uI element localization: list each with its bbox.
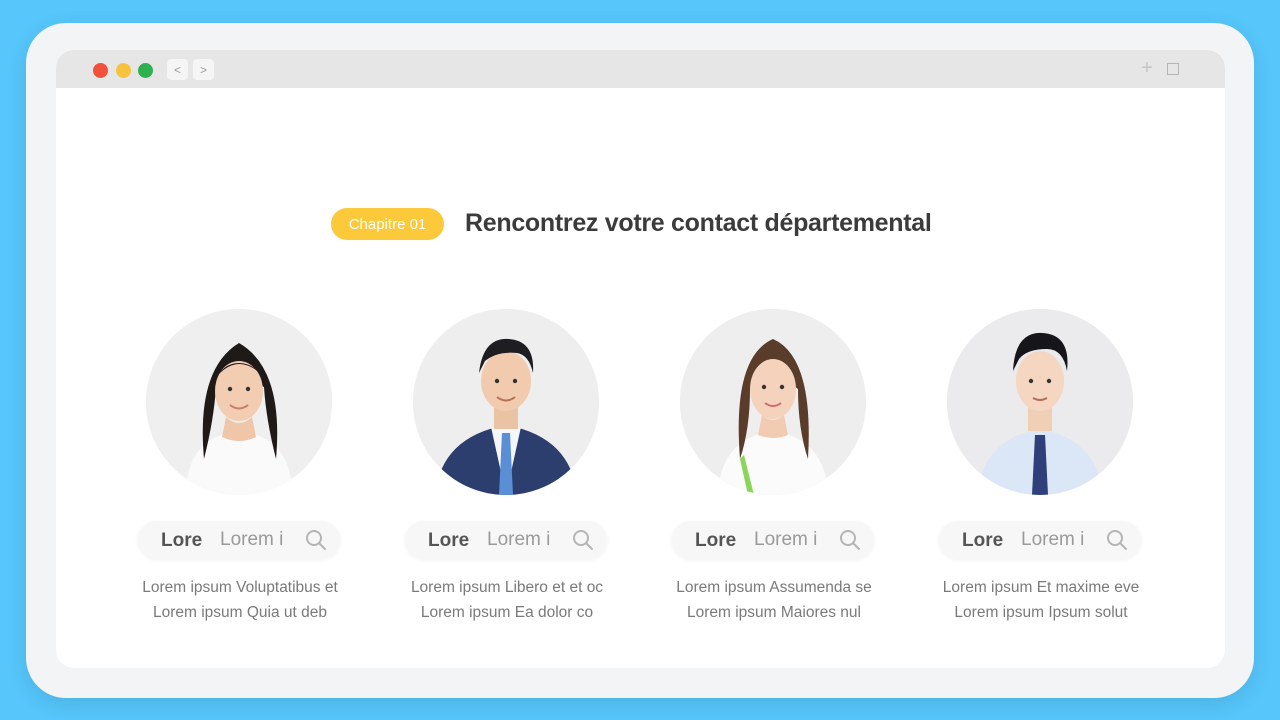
description-line: Lorem ipsum Voluptatibus et — [142, 579, 338, 596]
contact-description: Lorem ipsum Assumenda se Lorem ipsum Mai… — [664, 575, 884, 625]
search-icon[interactable] — [838, 528, 862, 552]
chapter-badge: Chapitre 01 — [331, 208, 444, 240]
contact-name-light: Lorem i — [487, 529, 551, 550]
description-line: Lorem ipsum Ea dolor co — [420, 604, 594, 621]
description-line: Lorem ipsum Ipsum solut — [954, 604, 1128, 621]
plus-icon[interactable]: + — [1137, 58, 1157, 78]
device-frame: < > + Chapitre 01 Rencontrez votre conta… — [26, 23, 1254, 698]
contact-description: Lorem ipsum Libero et et oc Lorem ipsum … — [397, 575, 617, 625]
contact-name-light: Lorem i — [220, 529, 284, 550]
avatar — [680, 309, 866, 495]
square-icon[interactable] — [1167, 63, 1179, 75]
contact-search-pill[interactable]: Lore Lorem i — [405, 521, 607, 559]
contact-card: Lore Lorem i Lorem ipsum Libero et et oc… — [397, 307, 617, 627]
description-line: Lorem ipsum Libero et et oc — [410, 579, 604, 596]
forward-button[interactable]: > — [193, 59, 214, 80]
contact-name-bold: Lore — [962, 530, 1004, 551]
search-icon[interactable] — [1105, 528, 1129, 552]
contact-name-bold: Lore — [161, 530, 203, 551]
contact-name-light: Lorem i — [754, 529, 818, 550]
description-line: Lorem ipsum Et maxime eve — [942, 579, 1140, 596]
search-icon[interactable] — [571, 528, 595, 552]
contact-card: Lore Lorem i Lorem ipsum Et maxime eve L… — [931, 307, 1151, 627]
contact-card: Lore Lorem i Lorem ipsum Voluptatibus et… — [130, 307, 350, 627]
minimize-window-button[interactable] — [116, 63, 131, 78]
page-title: Rencontrez votre contact départemental — [465, 209, 932, 237]
description-line: Lorem ipsum Assumenda se — [676, 579, 872, 596]
search-icon[interactable] — [304, 528, 328, 552]
back-button[interactable]: < — [167, 59, 188, 80]
contact-description: Lorem ipsum Voluptatibus et Lorem ipsum … — [130, 575, 350, 625]
description-line: Lorem ipsum Quia ut deb — [152, 604, 328, 621]
title-bar: < > + — [56, 50, 1225, 88]
contact-name-bold: Lore — [695, 530, 737, 551]
contact-search-pill[interactable]: Lore Lorem i — [672, 521, 874, 559]
description-line: Lorem ipsum Maiores nul — [686, 604, 861, 621]
contact-name-bold: Lore — [428, 530, 470, 551]
contact-search-pill[interactable]: Lore Lorem i — [138, 521, 340, 559]
avatar — [413, 309, 599, 495]
contact-search-pill[interactable]: Lore Lorem i — [939, 521, 1141, 559]
avatar — [146, 309, 332, 495]
contact-card: Lore Lorem i Lorem ipsum Assumenda se Lo… — [664, 307, 884, 627]
avatar — [947, 309, 1133, 495]
contact-description: Lorem ipsum Et maxime eve Lorem ipsum Ip… — [931, 575, 1151, 625]
browser-window: < > + Chapitre 01 Rencontrez votre conta… — [56, 50, 1225, 668]
zoom-window-button[interactable] — [138, 63, 153, 78]
close-window-button[interactable] — [93, 63, 108, 78]
contact-name-light: Lorem i — [1021, 529, 1085, 550]
